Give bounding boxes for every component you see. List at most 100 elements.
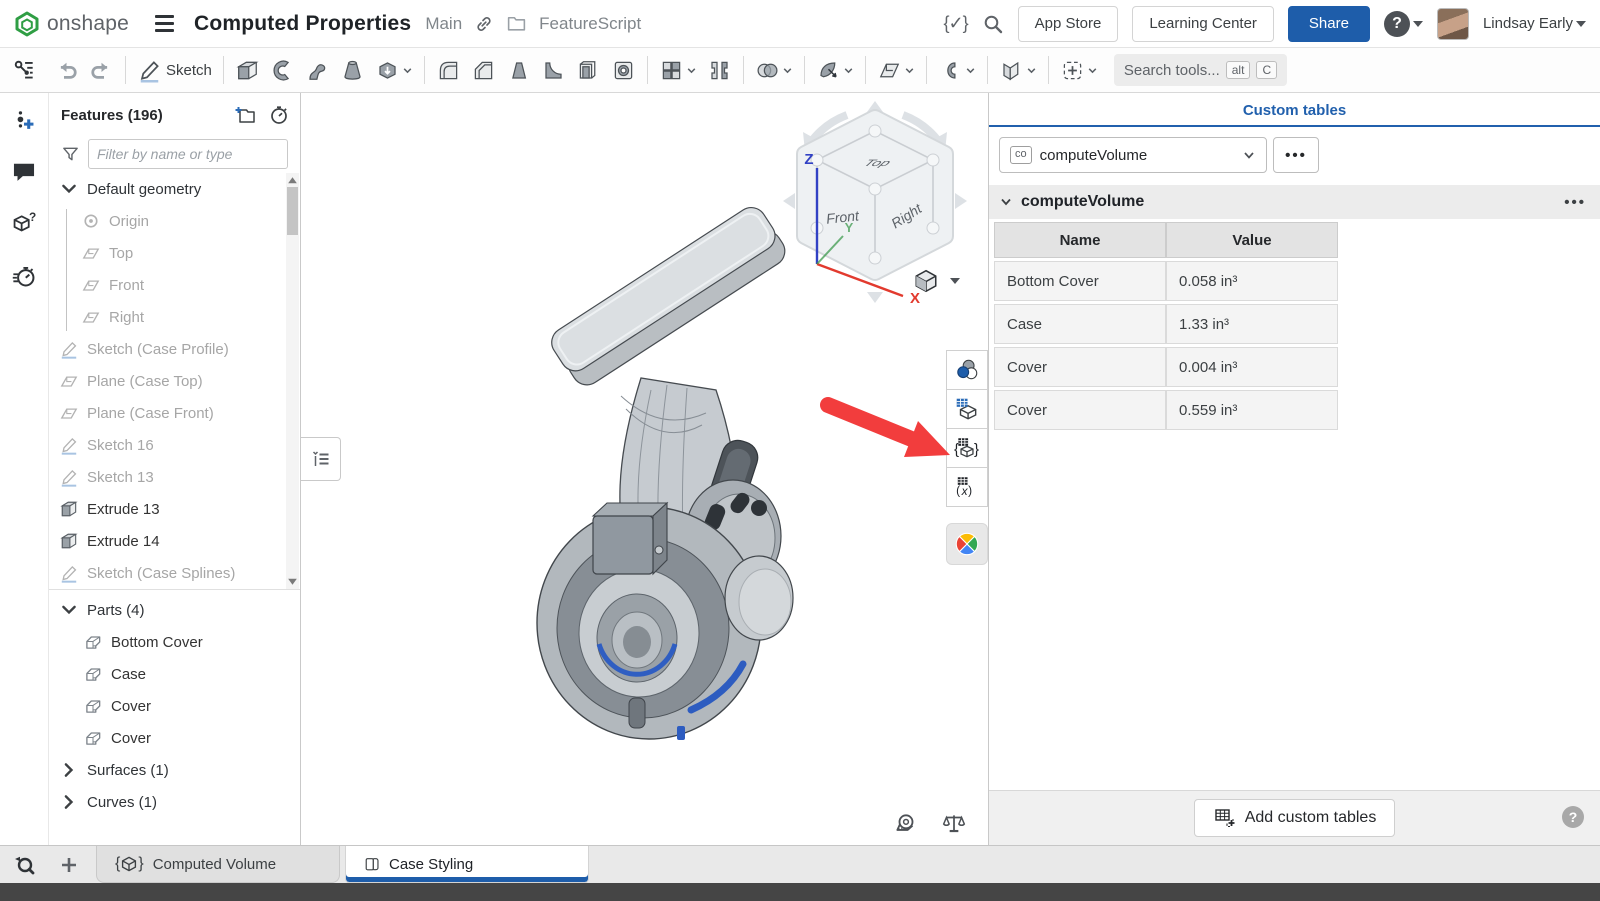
chevron-down-icon[interactable] xyxy=(59,600,79,620)
view-mode-button[interactable] xyxy=(913,268,960,294)
loft-button[interactable] xyxy=(336,55,369,86)
table-options-button[interactable]: ••• xyxy=(1273,137,1319,173)
tape-measure-icon[interactable] xyxy=(893,811,919,837)
add-tab-button[interactable] xyxy=(48,846,90,883)
app-store-button[interactable]: App Store xyxy=(1018,6,1119,42)
custom-features-icon: ( x ) xyxy=(954,474,980,500)
feature-tree-scrollbar[interactable] xyxy=(286,173,299,589)
part-item-label: Case xyxy=(111,666,146,683)
filter-funnel-icon[interactable] xyxy=(61,144,80,164)
feature-list-flyout-tab[interactable] xyxy=(301,437,341,481)
tree-item[interactable]: Sketch 16 xyxy=(49,429,300,461)
rib-button[interactable] xyxy=(537,55,570,86)
table-selector-dropdown[interactable]: co computeVolume xyxy=(999,137,1267,173)
custom-features-button[interactable]: ( x ) xyxy=(946,467,988,507)
part-item[interactable]: Case xyxy=(49,658,300,690)
modify-surface-button[interactable] xyxy=(812,55,858,86)
model-viewport[interactable]: Top Front Right Z X Y xyxy=(301,93,988,845)
part-item[interactable]: Cover xyxy=(49,722,300,754)
onshape-logo-icon xyxy=(14,11,40,37)
search-tabs-button[interactable] xyxy=(0,846,48,883)
add-custom-tables-button[interactable]: Add custom tables xyxy=(1194,799,1396,837)
help-icon[interactable]: ? xyxy=(1562,806,1584,828)
search-icon[interactable] xyxy=(982,13,1004,35)
tree-item[interactable]: Origin xyxy=(49,205,300,237)
thicken-button[interactable] xyxy=(371,55,417,86)
feature-tree-scroll-area: Default geometryOriginTopFrontRightSketc… xyxy=(49,173,300,590)
redo-button[interactable] xyxy=(85,55,118,86)
part-item-label: Cover xyxy=(111,730,151,747)
new-folder-icon[interactable] xyxy=(234,104,256,126)
tree-item[interactable]: Top xyxy=(49,237,300,269)
plane-button[interactable] xyxy=(873,55,919,86)
user-avatar[interactable] xyxy=(1437,8,1469,40)
tree-group-header[interactable]: Curves (1) xyxy=(49,786,300,818)
extrude-button[interactable] xyxy=(231,55,264,86)
tree-item[interactable]: Sketch (Case Profile) xyxy=(49,333,300,365)
tree-item[interactable]: Extrude 14 xyxy=(49,525,300,557)
tab-case-styling[interactable]: Case Styling xyxy=(345,846,589,883)
search-tools-input[interactable]: Search tools... altC xyxy=(1114,54,1287,86)
scroll-up-icon[interactable] xyxy=(286,174,299,187)
chevron-right-icon[interactable] xyxy=(59,792,79,812)
link-icon[interactable] xyxy=(474,14,494,34)
chevron-down-icon[interactable] xyxy=(59,179,79,199)
appearance-panel-button[interactable] xyxy=(946,350,988,390)
surface-button[interactable] xyxy=(995,55,1041,86)
tree-item[interactable]: Sketch 13 xyxy=(49,461,300,493)
linear-pattern-button[interactable] xyxy=(655,55,701,86)
tree-group-header[interactable]: Surfaces (1) xyxy=(49,754,300,786)
performance-icon[interactable] xyxy=(11,263,37,289)
tree-item[interactable]: Default geometry xyxy=(49,173,300,205)
onshape-logo[interactable]: onshape xyxy=(14,11,129,37)
tree-item[interactable]: Sketch (Case Splines) xyxy=(49,557,300,589)
folder-name[interactable]: FeatureScript xyxy=(539,14,641,34)
scroll-down-icon[interactable] xyxy=(286,575,299,588)
learning-center-button[interactable]: Learning Center xyxy=(1132,6,1274,42)
color-wheel-icon xyxy=(954,531,980,557)
part-item[interactable]: Bottom Cover xyxy=(49,626,300,658)
user-menu[interactable]: Lindsay Early xyxy=(1483,15,1586,32)
part-item[interactable]: Cover xyxy=(49,690,300,722)
hole-button[interactable] xyxy=(607,55,640,86)
tree-item[interactable]: Front xyxy=(49,269,300,301)
mass-properties-icon[interactable] xyxy=(941,811,967,837)
custom-tables-tab[interactable]: Custom tables xyxy=(1243,102,1346,119)
comments-icon[interactable] xyxy=(11,159,37,185)
tree-item[interactable]: Extrude 13 xyxy=(49,493,300,525)
computevolume-section-header[interactable]: computeVolume ••• xyxy=(989,185,1600,219)
workspace-name[interactable]: Main xyxy=(425,14,462,34)
tab-computed-volume[interactable]: {}Computed Volume xyxy=(96,846,340,883)
undo-button[interactable] xyxy=(50,55,83,86)
scrollbar-thumb[interactable] xyxy=(287,187,298,235)
tree-item[interactable]: Right xyxy=(49,301,300,333)
chevron-down-icon xyxy=(843,65,854,76)
tree-item[interactable]: Plane (Case Front) xyxy=(49,397,300,429)
curve-button[interactable] xyxy=(934,55,980,86)
featurescript-icon[interactable]: {✓} xyxy=(944,13,968,34)
boolean-button[interactable] xyxy=(751,55,797,86)
filter-input[interactable] xyxy=(88,139,288,169)
fillet-button[interactable] xyxy=(432,55,465,86)
3d-model[interactable] xyxy=(501,178,821,798)
feature-timing-icon[interactable] xyxy=(268,104,290,126)
sweep-button[interactable] xyxy=(301,55,334,86)
color-wheel-button[interactable] xyxy=(946,523,988,565)
sketch-button[interactable]: Sketch xyxy=(133,55,216,86)
draft-button[interactable] xyxy=(502,55,535,86)
help-menu[interactable]: ? xyxy=(1384,11,1423,37)
tree-group-header[interactable]: Parts (4) xyxy=(49,594,300,626)
transform-button[interactable] xyxy=(1056,55,1102,86)
share-button[interactable]: Share xyxy=(1288,6,1370,42)
chamfer-button[interactable] xyxy=(467,55,500,86)
feature-list-icon[interactable] xyxy=(11,57,37,83)
configurations-icon[interactable] xyxy=(11,107,37,133)
section-options-icon[interactable]: ••• xyxy=(1564,194,1586,211)
mirror-button[interactable] xyxy=(703,55,736,86)
tree-item[interactable]: Plane (Case Top) xyxy=(49,365,300,397)
chevron-right-icon[interactable] xyxy=(59,760,79,780)
part-help-cube-icon[interactable]: ? xyxy=(11,211,37,237)
revolve-button[interactable] xyxy=(266,55,299,86)
shell-button[interactable] xyxy=(572,55,605,86)
document-menu-icon[interactable] xyxy=(155,15,174,32)
